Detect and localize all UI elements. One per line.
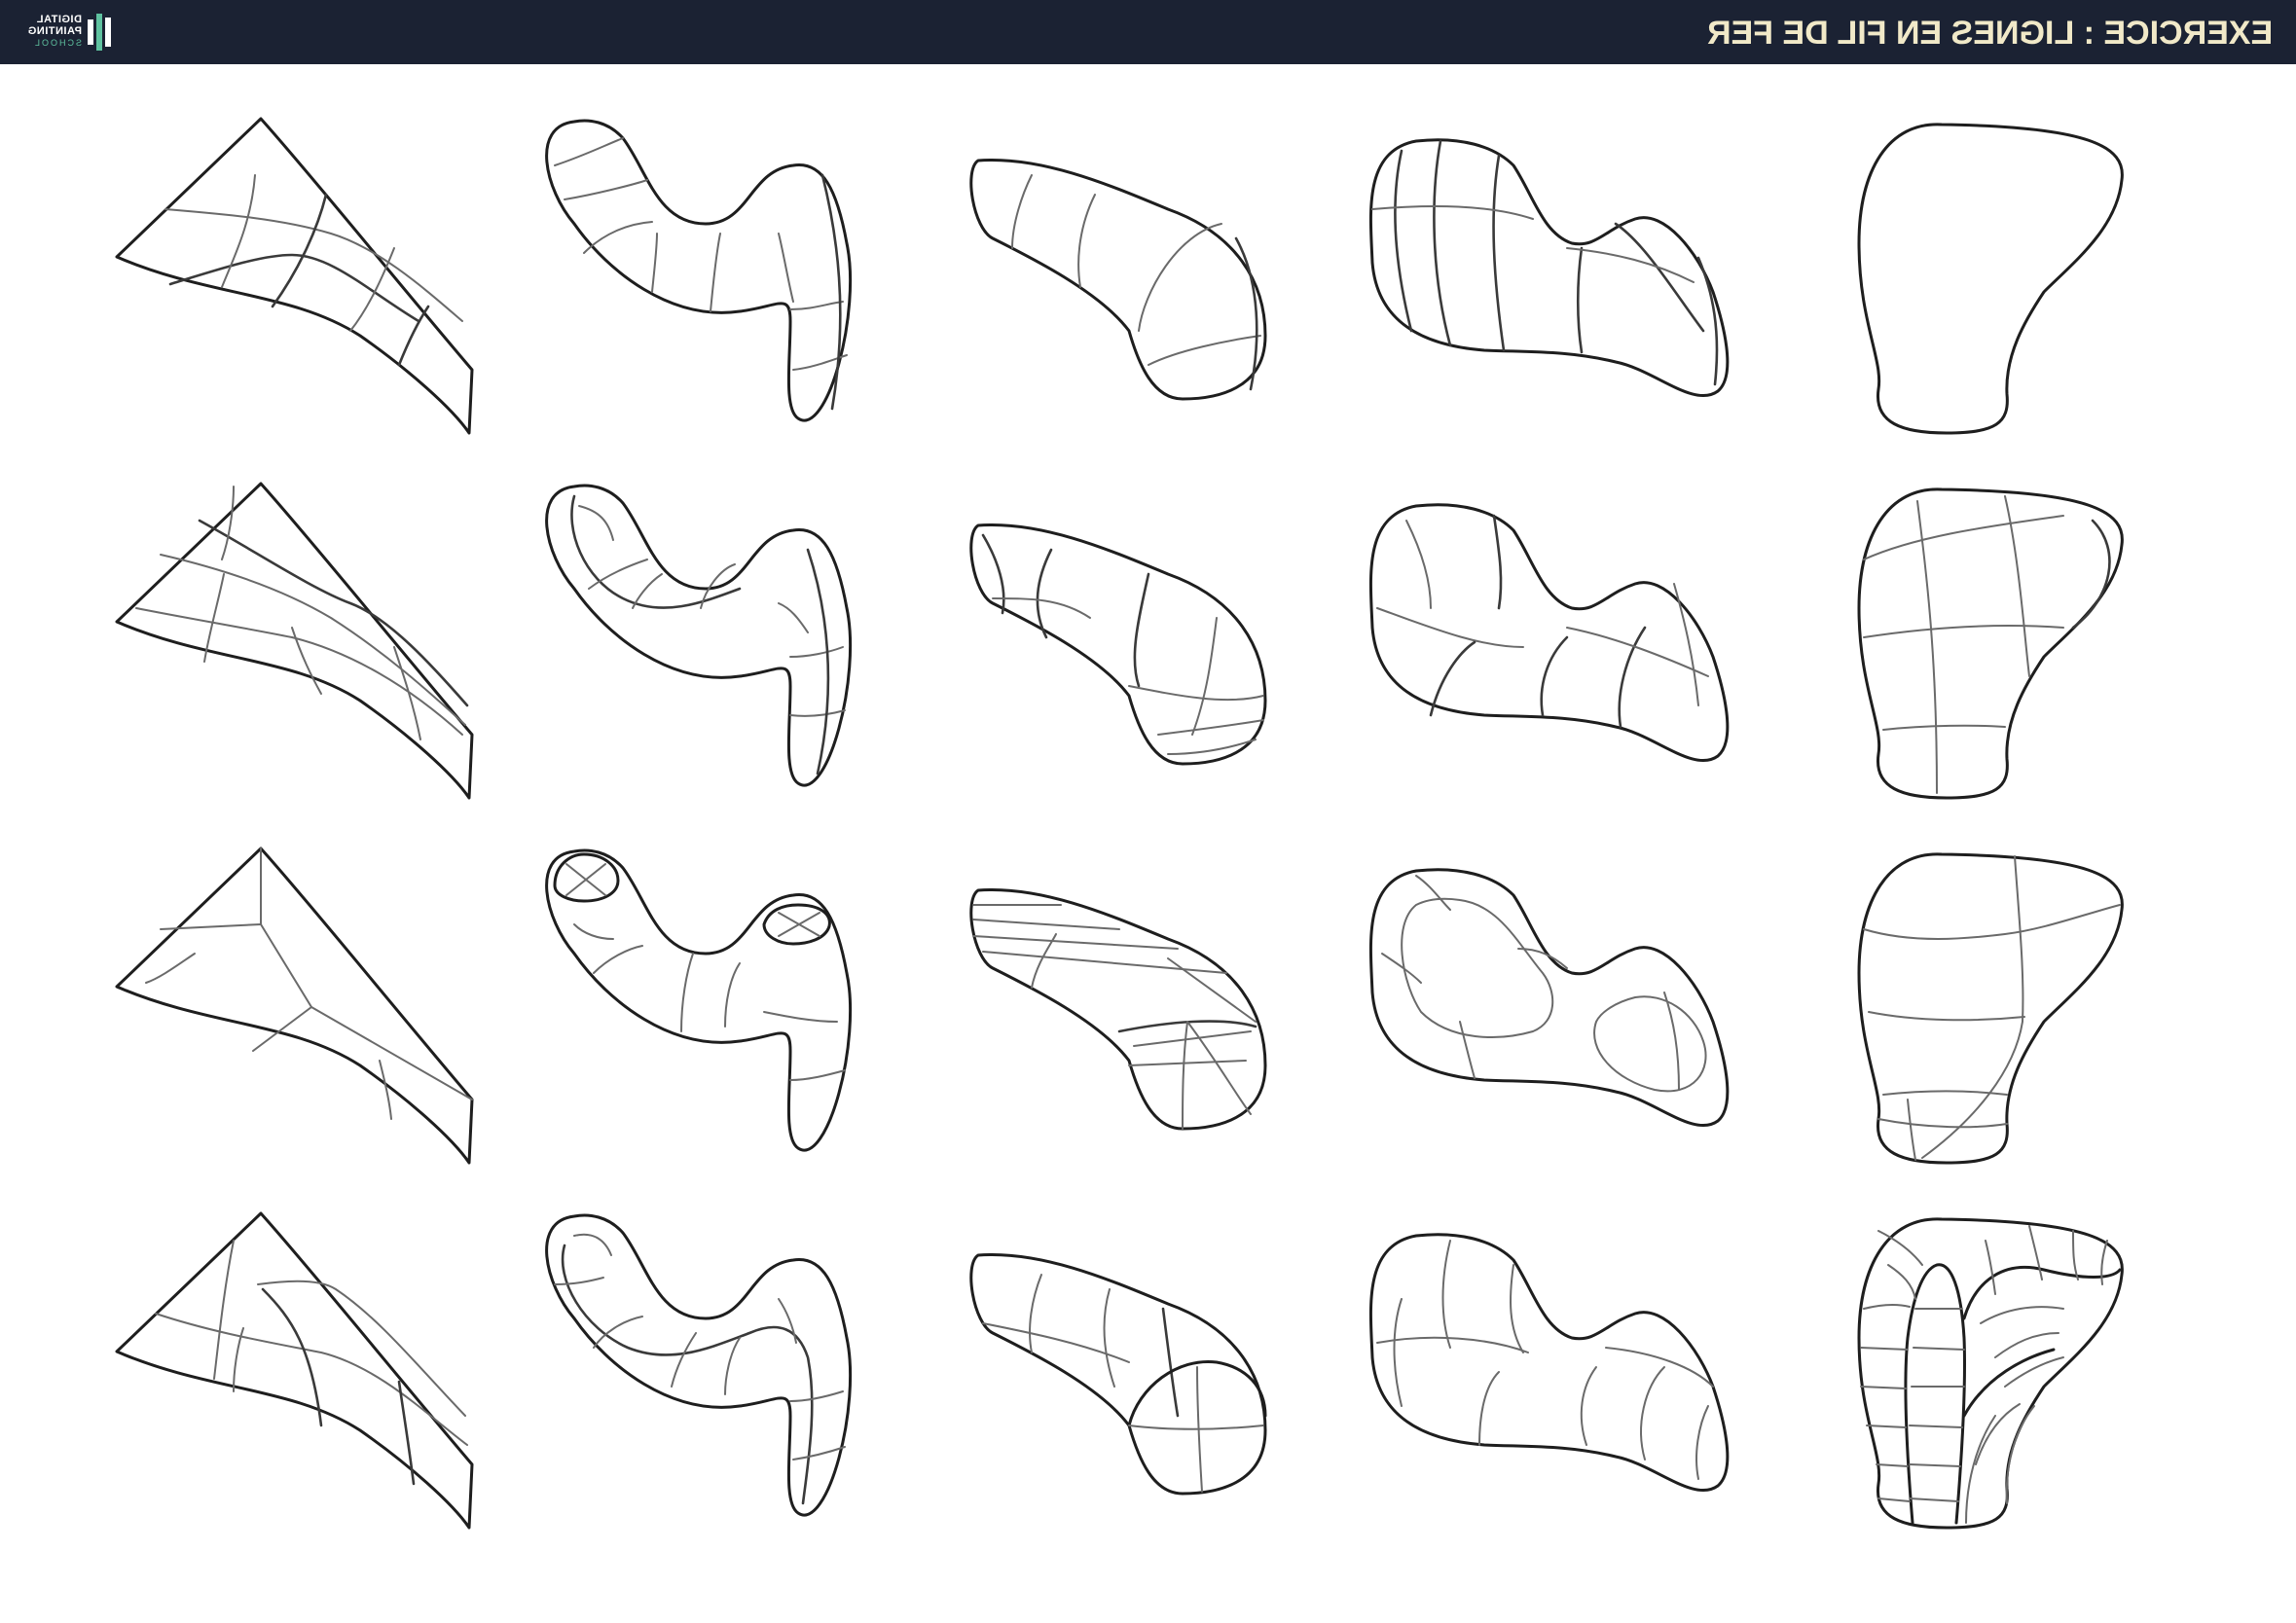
logo-line-3: SCHOOL	[32, 38, 82, 48]
page-title: EXERCICE : LIGNES EN FIL DE FER	[1706, 15, 2273, 52]
row-3	[115, 847, 2124, 1165]
row-2	[115, 482, 2124, 800]
row-4	[115, 1211, 2124, 1530]
logo-text: DIGITAL PAINTING SCHOOL	[14, 14, 82, 49]
row-1	[115, 117, 2124, 435]
wireframe-drawings	[115, 117, 2124, 1530]
header-bar: DIGITAL PAINTING SCHOOL EXERCICE : LIGNE…	[0, 0, 2296, 64]
exercise-sheet	[0, 64, 2296, 1623]
school-logo: DIGITAL PAINTING SCHOOL	[16, 10, 113, 54]
logo-line-1: DIGITAL	[36, 14, 82, 25]
logo-line-2: PAINTING	[27, 25, 82, 37]
brush-logo-icon	[88, 14, 111, 51]
